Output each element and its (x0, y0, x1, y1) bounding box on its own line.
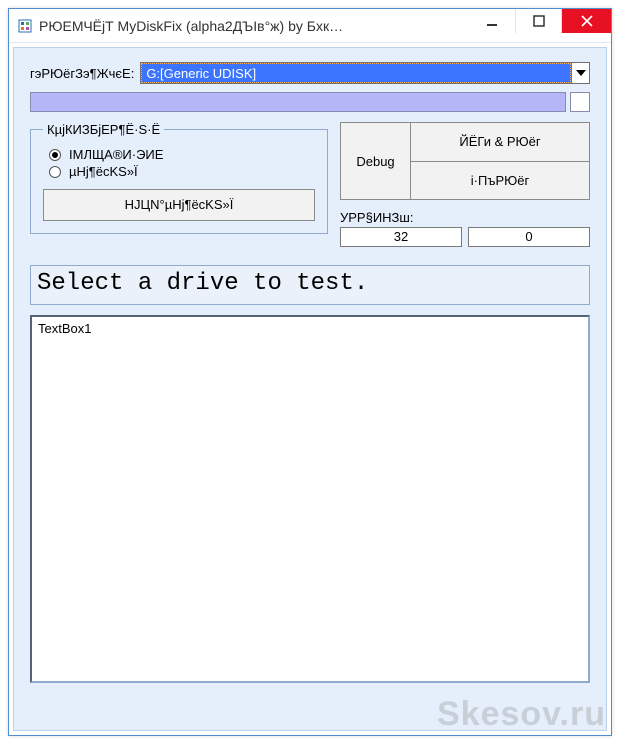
window-buttons (469, 9, 611, 42)
status-line: Select a drive to test. (30, 265, 590, 305)
close-button[interactable] (561, 9, 611, 33)
urr-values: 32 0 (340, 227, 590, 247)
progress-row (30, 92, 590, 112)
method-option-1[interactable]: ІМЛЩА®И·ЭИЕ (49, 147, 315, 162)
method-action-button[interactable]: НЈЦN°µНј¶ёcKS»Ї (43, 189, 315, 221)
method-option-2-label: µНј¶ёcKS»Ї (69, 164, 138, 179)
urr-value-1: 32 (340, 227, 462, 247)
method-option-1-label: ІМЛЩА®И·ЭИЕ (69, 147, 163, 162)
maximize-button[interactable] (515, 9, 561, 33)
action-grid: Debug ЙЁГи & РЮёг і·ПъРЮёг (340, 122, 590, 200)
titlebar: РЮЕМЧЁјТ MyDiskFix (alpha2ДЪІв°ж) by Бхк… (9, 9, 611, 43)
drive-combobox[interactable]: G:[Generic UDISK] (140, 62, 590, 84)
method-group: КµјКИЗБјЕР¶Ё·S·Ё ІМЛЩА®И·ЭИЕ µНј¶ёcKS»Ї … (30, 122, 328, 234)
app-window: РЮЕМЧЁјТ MyDiskFix (alpha2ДЪІв°ж) by Бхк… (8, 8, 612, 736)
app-icon (17, 18, 33, 34)
chevron-down-icon[interactable] (571, 63, 589, 83)
drive-label: гэРЮёгЗэ¶ЖчєЕ: (30, 66, 134, 81)
drive-row: гэРЮёгЗэ¶ЖчєЕ: G:[Generic UDISK] (30, 62, 590, 84)
action-pair: ЙЁГи & РЮёг і·ПъРЮёг (411, 123, 589, 199)
window-title: РЮЕМЧЁјТ MyDiskFix (alpha2ДЪІв°ж) by Бхк… (39, 18, 469, 34)
radio-icon (49, 149, 61, 161)
urr-label: УРР§ИНЗш: (340, 210, 590, 225)
method-option-2[interactable]: µНј¶ёcKS»Ї (49, 164, 315, 179)
progress-bar (30, 92, 566, 112)
radio-icon (49, 166, 61, 178)
mid-row: КµјКИЗБјЕР¶Ё·S·Ё ІМЛЩА®И·ЭИЕ µНј¶ёcKS»Ї … (30, 122, 590, 247)
minimize-button[interactable] (469, 9, 515, 33)
log-textbox[interactable]: TextBox1 (30, 315, 590, 683)
undo-fix-button[interactable]: і·ПъРЮёг (411, 161, 589, 200)
urr-value-2: 0 (468, 227, 590, 247)
client-area: гэРЮёгЗэ¶ЖчєЕ: G:[Generic UDISK] КµјКИЗБ… (13, 47, 607, 731)
method-group-legend: КµјКИЗБјЕР¶Ё·S·Ё (43, 122, 164, 137)
right-column: Debug ЙЁГи & РЮёг і·ПъРЮёг УРР§ИНЗш: 32 … (340, 122, 590, 247)
progress-indicator-box (570, 92, 590, 112)
drive-selected: G:[Generic UDISK] (141, 63, 571, 83)
debug-button[interactable]: Debug (341, 123, 411, 199)
scan-fix-button[interactable]: ЙЁГи & РЮёг (411, 123, 589, 161)
urr-section: УРР§ИНЗш: 32 0 (340, 210, 590, 247)
